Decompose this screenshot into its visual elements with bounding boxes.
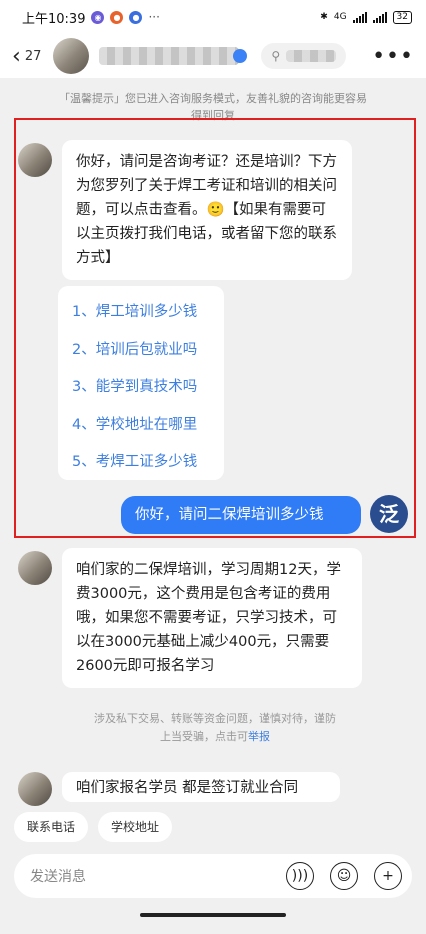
signal-icon <box>372 11 387 23</box>
faq-item-3[interactable]: 3、能学到真技术吗 <box>72 369 210 407</box>
unread-count: 27 <box>24 48 42 64</box>
faq-item-5[interactable]: 5、考焊工证多少钱 <box>72 444 210 482</box>
app-notification-icon: ◉ <box>91 10 105 24</box>
greeting-message: 你好，请问是咨询考证？还是培训？下方为您罗列了关于焊工考证和培训的相关问题，可以… <box>62 140 352 280</box>
app-notification-icon: ● <box>129 10 143 24</box>
contact-avatar[interactable] <box>53 38 90 74</box>
more-notifications-icon: ··· <box>148 10 160 24</box>
message-input[interactable]: 发送消息 <box>30 866 86 886</box>
chat-header: ‹ 27 ⚲ ••• <box>0 34 426 78</box>
warning-text: 涉及私下交易、转账等资金问题，谨慎对待，谨防上当受骗，点击可 <box>94 712 336 743</box>
message-input-bar[interactable]: 发送消息 ))) ☺ + <box>14 854 412 898</box>
action-label-blurred <box>286 50 337 62</box>
faq-item-1[interactable]: 1、焊工培训多少钱 <box>72 294 210 332</box>
contact-action-button[interactable]: ⚲ <box>261 43 347 69</box>
agent-avatar[interactable] <box>18 143 52 177</box>
app-notification-icon: ● <box>110 10 124 24</box>
partial-message: 咱们家报名学员 都是签订就业合同 <box>62 772 340 802</box>
agent-avatar[interactable] <box>18 551 52 585</box>
bluetooth-icon: ✱ <box>320 12 328 22</box>
emoji-icon[interactable]: ☺ <box>330 862 358 890</box>
battery-icon: 32 <box>392 10 412 24</box>
user-avatar[interactable]: 泛 <box>370 495 408 533</box>
safety-warning: 涉及私下交易、转账等资金问题，谨慎对待，谨防上当受骗，点击可举报 <box>90 710 340 746</box>
back-button[interactable]: ‹ 27 <box>12 44 41 69</box>
person-icon: ⚲ <box>271 49 281 63</box>
agent-avatar[interactable] <box>18 772 52 806</box>
faq-item-2[interactable]: 2、培训后包就业吗 <box>72 332 210 370</box>
user-message: 你好，请问二保焊培训多少钱 <box>121 496 361 534</box>
faq-list: 1、焊工培训多少钱 2、培训后包就业吗 3、能学到真技术吗 4、学校地址在哪里 … <box>58 286 224 480</box>
quick-reply-address[interactable]: 学校地址 <box>98 812 173 842</box>
verified-badge-icon <box>233 49 248 63</box>
quick-reply-row: 联系电话 学校地址 <box>14 812 173 842</box>
voice-icon[interactable]: ))) <box>286 862 314 890</box>
chevron-left-icon: ‹ <box>12 43 21 69</box>
status-bar: 上午10:39 ◉ ● ● ··· ✱ 4G 32 <box>0 0 426 34</box>
faq-item-4[interactable]: 4、学校地址在哪里 <box>72 407 210 445</box>
network-type: 4G <box>333 12 347 22</box>
report-link[interactable]: 举报 <box>248 730 270 743</box>
status-time: 上午10:39 <box>22 11 86 27</box>
more-horizontal-icon[interactable]: ••• <box>372 44 414 69</box>
contact-name-blurred <box>99 47 240 65</box>
signal-icon <box>352 11 367 23</box>
quick-reply-phone[interactable]: 联系电话 <box>14 812 89 842</box>
home-indicator <box>140 913 286 917</box>
reply-message: 咱们家的二保焊培训，学习周期12天，学费3000元，这个费用是包含考证的费用哦，… <box>62 548 362 688</box>
plus-icon[interactable]: + <box>374 862 402 890</box>
